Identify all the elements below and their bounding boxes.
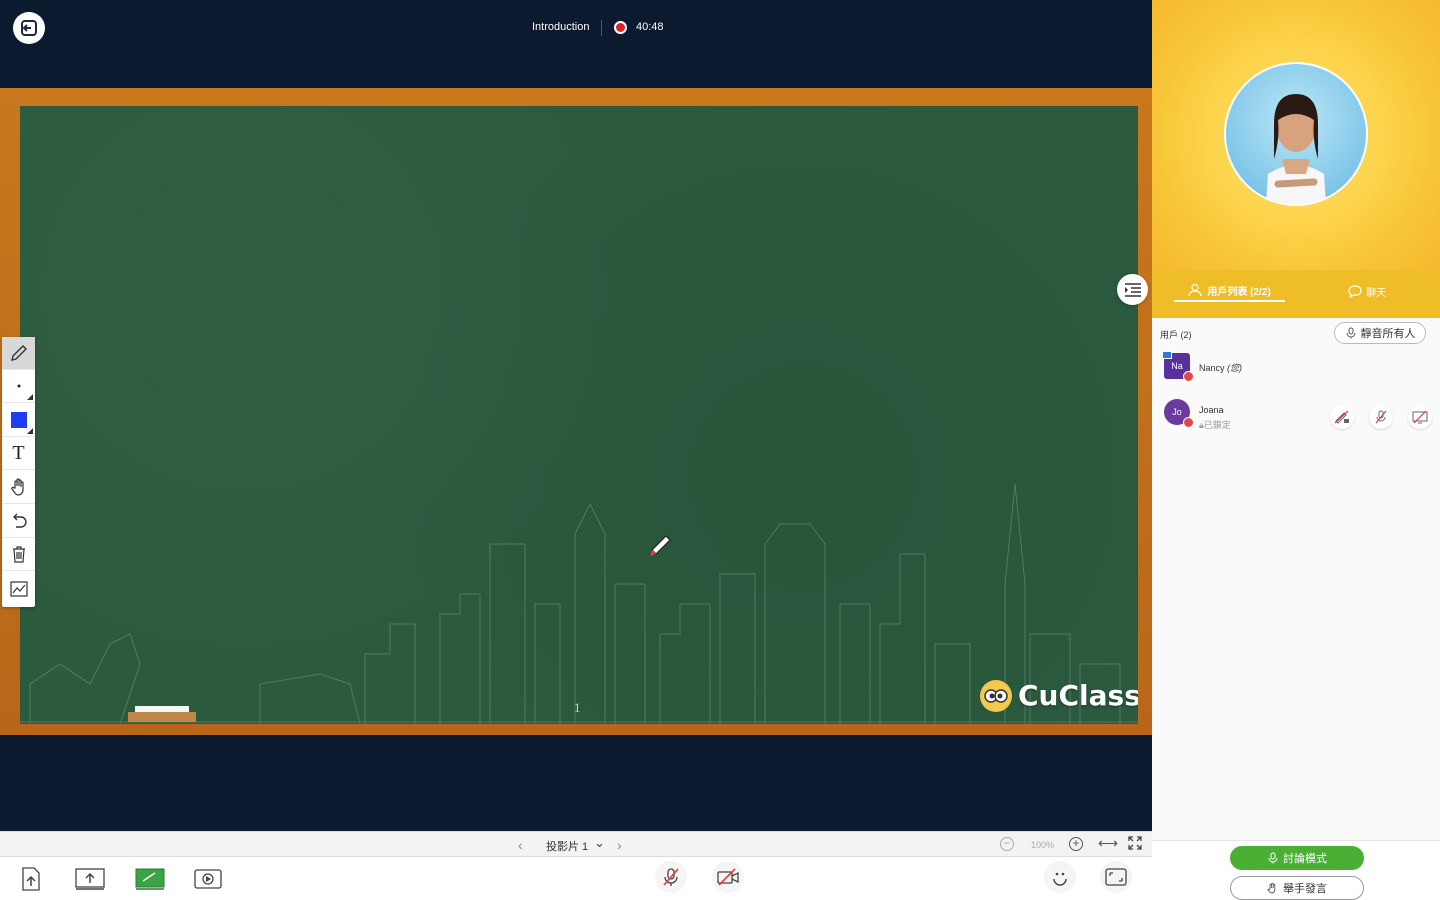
- color-swatch-icon: [10, 412, 27, 428]
- users-count: 用戶 (2): [1160, 330, 1192, 340]
- clear-tool[interactable]: [2, 538, 35, 571]
- file-upload-icon: [22, 867, 40, 891]
- whiteboard-canvas[interactable]: 1 CuClass: [20, 106, 1138, 724]
- layout-button[interactable]: [1100, 861, 1132, 893]
- text-tool[interactable]: T: [2, 437, 35, 470]
- previous-slide-button[interactable]: ‹: [518, 837, 523, 853]
- collapse-panel-button[interactable]: [1117, 274, 1148, 305]
- user-name: Nancy (您): [1199, 363, 1243, 373]
- cuclass-logo: CuClass: [980, 679, 1138, 712]
- lesson-title: Introduction: [532, 21, 590, 33]
- zoom-in-button[interactable]: +: [1069, 837, 1083, 851]
- mic-status-icon: [1183, 371, 1194, 382]
- tab-user-list-label: 用戶列表 (2/2): [1207, 286, 1271, 298]
- camera-toggle-button[interactable]: [712, 861, 744, 893]
- emoji-button[interactable]: [1044, 861, 1076, 893]
- panel-tabs: 用戶列表 (2/2) 聊天: [1152, 270, 1440, 318]
- mic-icon: [1268, 852, 1278, 864]
- chat-bubble-icon: [1348, 285, 1362, 298]
- next-slide-button[interactable]: ›: [617, 837, 622, 853]
- slide-label: 投影片 1: [546, 841, 589, 853]
- exit-button[interactable]: [13, 12, 45, 44]
- trash-icon: [12, 546, 25, 563]
- exit-icon: [21, 20, 37, 36]
- tab-chat[interactable]: 聊天: [1348, 280, 1386, 302]
- user-screen-button[interactable]: [1408, 405, 1432, 429]
- user-icon: [1188, 283, 1202, 297]
- user-mic-button[interactable]: [1369, 405, 1393, 429]
- undo-icon: [12, 513, 27, 528]
- zoom-level: 100%: [1031, 840, 1055, 850]
- chalkboard-icon: [135, 868, 165, 890]
- smiley-icon: [1053, 872, 1067, 886]
- drawing-toolbar: T: [2, 337, 35, 607]
- text-icon: T: [12, 441, 25, 464]
- color-picker-tool[interactable]: [2, 404, 35, 437]
- chalk-tray: [128, 712, 196, 722]
- mic-status-icon: [1183, 417, 1194, 428]
- dot-size-icon: [17, 384, 20, 388]
- panel-actions: 討論模式 舉手發言: [1152, 840, 1440, 900]
- pencil-icon: [10, 345, 27, 361]
- city-skyline-decoration: [20, 484, 1138, 724]
- raise-hand-label: 舉手發言: [1283, 883, 1327, 895]
- slide-dropdown-chevron-icon[interactable]: ⌄: [594, 835, 605, 851]
- camera-off-icon: [717, 868, 739, 886]
- video-play-icon: [194, 869, 222, 889]
- tab-chat-label: 聊天: [1366, 287, 1386, 299]
- indent-icon: [1124, 282, 1141, 297]
- right-side-panel: 用戶列表 (2/2) 聊天 用戶 (2) 靜音所有人 Na Nancy (您) …: [1152, 0, 1440, 900]
- top-bar: Introduction 40:48: [0, 0, 1152, 56]
- fit-width-button[interactable]: ⟷: [1098, 835, 1118, 852]
- mic-off-icon: [663, 868, 679, 886]
- upload-file-button[interactable]: [16, 865, 46, 893]
- user-name: Joana: [1199, 405, 1224, 415]
- play-media-button[interactable]: [193, 865, 223, 893]
- discussion-mode-label: 討論模式: [1283, 853, 1327, 865]
- divider: [601, 20, 602, 36]
- recording-time: 40:48: [636, 21, 664, 33]
- discussion-mode-button[interactable]: 討論模式: [1230, 846, 1364, 870]
- owl-mascot-icon: [980, 679, 1012, 712]
- user-status: 🔒︎已鎖定: [1199, 420, 1231, 430]
- brand-text: CuClass: [1018, 679, 1138, 712]
- expand-corner: [27, 428, 33, 434]
- record-icon: [614, 21, 627, 34]
- teacher-avatar: [1224, 62, 1368, 206]
- pan-tool[interactable]: [2, 471, 35, 504]
- expand-corner: [27, 394, 33, 400]
- mute-all-button[interactable]: 靜音所有人: [1334, 322, 1426, 344]
- pen-cursor-icon: [650, 535, 671, 556]
- mute-all-label: 靜音所有人: [1360, 328, 1416, 340]
- microphone-toggle-button[interactable]: [655, 861, 687, 893]
- hand-icon: [1267, 882, 1276, 894]
- share-screen-button[interactable]: [75, 865, 105, 893]
- graph-tool[interactable]: [2, 572, 35, 605]
- fullscreen-icon[interactable]: [1128, 836, 1142, 850]
- mic-off-icon: [1375, 410, 1387, 424]
- teacher-photo: [1226, 64, 1366, 204]
- stroke-size-tool[interactable]: [2, 370, 35, 403]
- tab-user-list[interactable]: 用戶列表 (2/2): [1174, 280, 1285, 302]
- slide-page-number: 1: [574, 700, 581, 715]
- chalk-stick: [135, 706, 189, 712]
- raise-hand-button[interactable]: 舉手發言: [1230, 876, 1364, 900]
- user-pen-lock-button[interactable]: [1330, 405, 1354, 429]
- pencil-tool[interactable]: [2, 337, 35, 370]
- teacher-video-area: [1152, 0, 1440, 270]
- hand-icon: [10, 478, 24, 496]
- presenter-screen-icon: [1162, 351, 1172, 359]
- screen-upload-icon: [75, 868, 105, 890]
- bottom-toolbar: [0, 857, 1152, 900]
- zoom-out-button[interactable]: −: [1000, 837, 1014, 851]
- user-list: 用戶 (2) 靜音所有人 Na Nancy (您) Jo Joana 🔒︎已鎖定: [1152, 318, 1440, 840]
- undo-tool[interactable]: [2, 505, 35, 538]
- screen-off-icon: [1412, 410, 1428, 424]
- whiteboard-button[interactable]: [135, 865, 165, 893]
- layout-frame-icon: [1105, 868, 1127, 886]
- mute-all-icon: [1346, 327, 1355, 339]
- slide-navigation-bar: ‹ 投影片 1 ⌄ › − 100% + ⟷: [0, 831, 1152, 857]
- pen-lock-icon: [1334, 410, 1349, 424]
- chart-icon: [9, 580, 28, 597]
